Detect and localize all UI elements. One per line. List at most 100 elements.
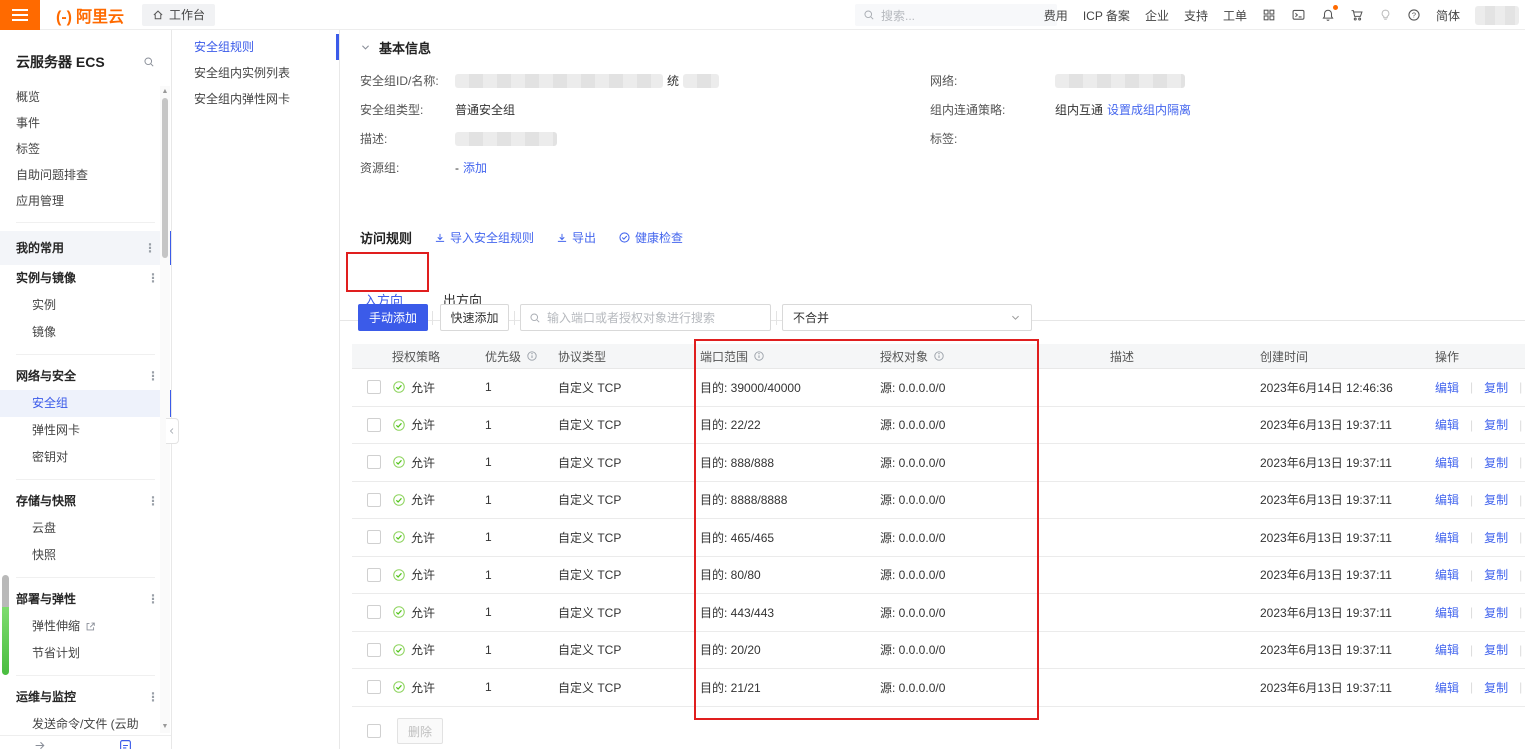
scroll-down-icon[interactable]: ▼ (161, 723, 169, 731)
topbar-link[interactable]: 费用 (1044, 7, 1068, 24)
edit-link[interactable]: 编辑 (1435, 641, 1459, 658)
select-all-checkbox[interactable] (367, 724, 381, 738)
copy-link[interactable]: 复制 (1484, 679, 1508, 696)
info-icon[interactable] (526, 350, 538, 362)
row-checkbox[interactable] (367, 380, 381, 394)
scroll-up-icon[interactable]: ▲ (161, 88, 169, 96)
sidebar-subitem[interactable]: 弹性伸缩 (0, 613, 171, 640)
language-switch[interactable]: 简体 (1436, 7, 1460, 24)
row-checkbox[interactable] (367, 605, 381, 619)
info-icon[interactable] (933, 350, 945, 362)
sidebar-subitem[interactable]: 实例 (0, 292, 171, 319)
sidebar-group-label[interactable]: 运维与监控 ⋮ (0, 684, 171, 711)
topbar-link[interactable]: 工单 (1223, 7, 1247, 24)
edit-link[interactable]: 编辑 (1435, 416, 1459, 433)
sidebar-item[interactable]: 概览 (0, 84, 171, 110)
sidebar-subitem[interactable]: 节省计划 (0, 640, 171, 667)
row-checkbox[interactable] (367, 493, 381, 507)
more-icon[interactable]: ⋮ (147, 586, 159, 613)
topbar-link[interactable]: 企业 (1145, 7, 1169, 24)
edit-link[interactable]: 编辑 (1435, 379, 1459, 396)
edit-link[interactable]: 编辑 (1435, 679, 1459, 696)
sidebar-item[interactable]: 应用管理 (0, 188, 171, 214)
import-rules-link[interactable]: 导入安全组规则 (434, 229, 534, 246)
row-checkbox[interactable] (367, 455, 381, 469)
scrollbar-thumb[interactable] (162, 98, 168, 258)
copy-link[interactable]: 复制 (1484, 529, 1508, 546)
sidebar-subitem[interactable]: 快照 (0, 542, 171, 569)
sidebar-collapse-handle[interactable] (166, 418, 179, 444)
avatar[interactable] (1475, 6, 1519, 25)
sidebar-item[interactable]: 标签 (0, 136, 171, 162)
edit-link[interactable]: 编辑 (1435, 454, 1459, 471)
secondary-nav-item[interactable]: 安全组内实例列表 (172, 60, 339, 86)
secondary-nav-item[interactable]: 安全组内弹性网卡 (172, 86, 339, 112)
row-checkbox[interactable] (367, 418, 381, 432)
sidebar-subitem[interactable]: 安全组 (0, 390, 171, 417)
sidebar-group-label[interactable]: 实例与镜像 ⋮ (0, 265, 171, 292)
topbar-link[interactable]: 支持 (1184, 7, 1208, 24)
aliyun-logo[interactable]: (-) 阿里云 (56, 3, 124, 27)
edit-link[interactable]: 编辑 (1435, 491, 1459, 508)
sidebar-subitem[interactable]: 弹性网卡 (0, 417, 171, 444)
info-icon[interactable] (753, 350, 765, 362)
sidebar-search-icon[interactable] (143, 56, 155, 68)
health-check-link[interactable]: 健康检查 (618, 229, 683, 246)
merge-mode-select[interactable]: 不合并 (782, 304, 1032, 331)
copy-link[interactable]: 复制 (1484, 604, 1508, 621)
row-checkbox[interactable] (367, 530, 381, 544)
field-label: 标签: (930, 130, 1055, 147)
help-icon[interactable]: ? (1407, 8, 1421, 22)
sidebar-item[interactable]: 自助问题排查 (0, 162, 171, 188)
sidebar-item-my-favorites[interactable]: 我的常用 ⋮ (0, 231, 171, 265)
topbar-link[interactable]: ICP 备案 (1083, 7, 1130, 24)
terminal-icon[interactable] (1291, 8, 1306, 22)
row-checkbox[interactable] (367, 568, 381, 582)
created-time-cell: 2023年6月13日 19:37:11 (1260, 416, 1435, 433)
copy-link[interactable]: 复制 (1484, 379, 1508, 396)
edit-link[interactable]: 编辑 (1435, 604, 1459, 621)
workspace-button[interactable]: 工作台 (142, 4, 215, 26)
more-icon[interactable]: ⋮ (147, 684, 159, 711)
edit-link[interactable]: 编辑 (1435, 566, 1459, 583)
bell-icon[interactable] (1321, 8, 1335, 22)
set-isolation-link[interactable]: 设置成组内隔离 (1107, 101, 1191, 118)
sidebar-group-label[interactable]: 网络与安全 ⋮ (0, 363, 171, 390)
sidebar-subitem[interactable]: 密钥对 (0, 444, 171, 471)
row-checkbox[interactable] (367, 680, 381, 694)
more-icon[interactable]: ⋮ (147, 363, 159, 390)
copy-link[interactable]: 复制 (1484, 566, 1508, 583)
copy-link[interactable]: 复制 (1484, 454, 1508, 471)
collapse-arrow-icon[interactable] (34, 739, 47, 749)
more-icon[interactable]: ⋮ (147, 488, 159, 515)
row-checkbox[interactable] (367, 643, 381, 657)
more-icon[interactable]: ⋮ (147, 265, 159, 292)
global-search-input[interactable]: 搜索... (855, 4, 1057, 26)
cart-icon[interactable] (1350, 8, 1364, 22)
hamburger-menu-icon[interactable] (0, 0, 40, 30)
quick-add-button[interactable]: 快速添加 (440, 304, 509, 331)
sidebar-item[interactable]: 事件 (0, 110, 171, 136)
more-icon[interactable]: ⋮ (144, 231, 156, 265)
console-widget-icon[interactable] (119, 739, 132, 749)
secondary-nav-item[interactable]: 安全组规则 (172, 34, 339, 60)
copy-link[interactable]: 复制 (1484, 641, 1508, 658)
manual-add-button[interactable]: 手动添加 (358, 304, 428, 331)
export-link[interactable]: 导出 (556, 229, 596, 246)
rule-search-input[interactable]: 输入端口或者授权对象进行搜索 (520, 304, 771, 331)
priority-cell: 1 (485, 643, 558, 657)
protocol-cell: 自定义 TCP (558, 416, 700, 433)
sidebar-group-label[interactable]: 存储与快照 ⋮ (0, 488, 171, 515)
collapse-chevron-icon[interactable] (360, 42, 371, 53)
sidebar-subitem[interactable]: 镜像 (0, 319, 171, 346)
copy-link[interactable]: 复制 (1484, 491, 1508, 508)
copy-link[interactable]: 复制 (1484, 416, 1508, 433)
sidebar-scrollbar[interactable]: ▲ ▼ (160, 86, 170, 733)
sidebar-group-label[interactable]: 部署与弹性 ⋮ (0, 586, 171, 613)
edit-link[interactable]: 编辑 (1435, 529, 1459, 546)
lightbulb-icon[interactable] (1379, 8, 1392, 22)
bulk-delete-button[interactable]: 删除 (397, 718, 443, 744)
sidebar-subitem[interactable]: 云盘 (0, 515, 171, 542)
add-resource-group-link[interactable]: 添加 (463, 159, 487, 176)
app-center-icon[interactable] (1262, 8, 1276, 22)
